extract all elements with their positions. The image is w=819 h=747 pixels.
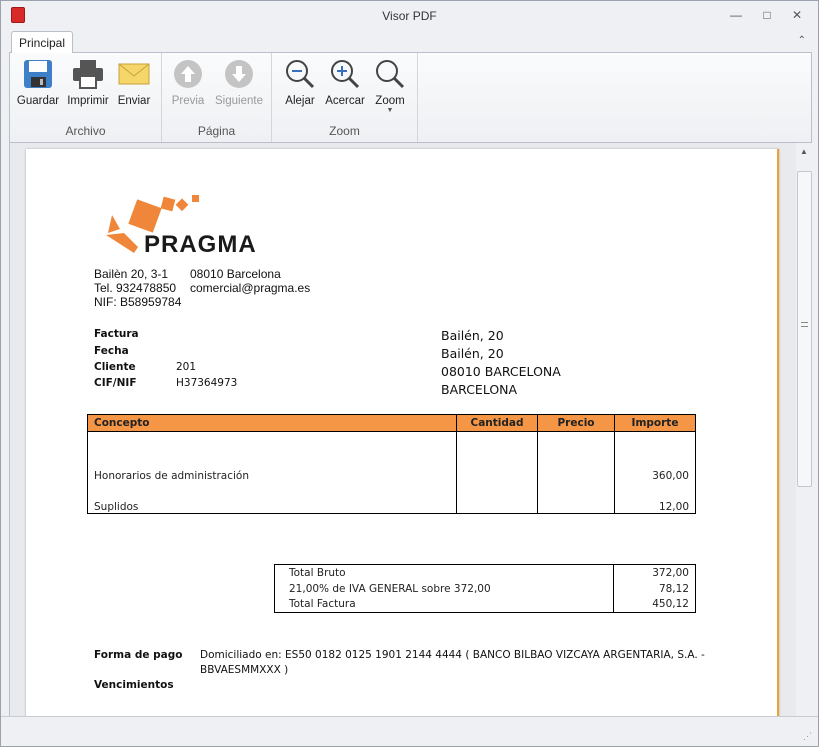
pdf-viewer-window: Visor PDF — □ ✕ Principal ⌃ Guardar Impr… [0,0,819,747]
company-address: Bailèn 20, 3-1 [94,267,169,281]
table-row: 21,00% de IVA GENERAL sobre 372,00 78,12 [275,580,696,597]
guardar-button[interactable]: Guardar [16,59,60,107]
resize-grip-icon[interactable]: ⋰ [803,731,812,742]
collapse-ribbon-icon[interactable]: ⌃ [798,35,806,46]
cliente-label: Cliente [94,361,136,373]
col-concepto: Concepto [87,414,457,432]
recipient-line: Bailén, 20 [441,328,504,343]
scroll-up-icon[interactable]: ▲ [800,147,808,156]
acercar-label: Acercar [325,95,365,107]
vertical-scrollbar[interactable]: ▲ [796,143,812,716]
tab-principal[interactable]: Principal [11,31,73,53]
siguiente-button[interactable]: Siguiente [212,59,266,107]
group-archivo: Guardar Imprimir Enviar Archivo [10,53,162,142]
payment-label: Forma de pago [94,649,183,661]
zoom-dropdown-button[interactable]: Zoom ▼ [372,59,408,114]
total-value: 450,12 [613,596,696,613]
floppy-disk-icon [24,60,52,88]
previa-label: Previa [171,95,205,107]
group-zoom: Alejar Acercar Zoom ▼ Zoom [272,53,418,142]
envelope-icon [118,63,150,85]
group-label-pagina: Página [197,124,236,138]
window-title: Visor PDF [382,9,437,23]
total-label: Total Bruto [289,566,346,579]
table-row: Total Bruto 372,00 [275,564,696,581]
col-cantidad: Cantidad [456,414,538,432]
pragma-logo: PRAGMA [106,195,257,255]
table-row: Total Factura 450,12 [275,596,696,613]
group-label-zoom: Zoom [329,124,360,138]
total-value: 78,12 [613,580,696,597]
importe-cell: 360,00 [614,431,696,482]
document-viewport[interactable]: PRAGMA Bailèn 20, 3-1 08010 Barcelona Te… [9,143,812,716]
total-label: Total Factura [289,598,356,611]
imprimir-button[interactable]: Imprimir [66,59,110,107]
group-label-archivo: Archivo [65,124,106,138]
zoom-in-icon [331,60,360,89]
total-label: 21,00% de IVA GENERAL sobre 372,00 [289,582,491,595]
company-city: 08010 Barcelona [190,267,281,281]
importe-cell: 12,00 [614,481,696,514]
enviar-button[interactable]: Enviar [114,59,154,107]
factura-label: Factura [94,328,139,340]
zoom-out-icon [286,60,315,89]
due-label: Vencimientos [94,679,174,691]
recipient-line: 08010 BARCELONA [441,364,561,379]
minimize-button[interactable]: — [728,7,744,23]
table-row: Suplidos 12,00 [87,481,696,514]
cliente-value: 201 [176,361,197,373]
company-nif: NIF: B58959784 [94,295,182,309]
imprimir-label: Imprimir [67,95,109,107]
cif-value: H37364973 [176,377,238,389]
ribbon: Guardar Imprimir Enviar Archivo Previa S… [9,52,812,143]
table-row: Honorarios de administración 360,00 [87,431,696,482]
arrow-up-circle-icon [174,60,202,88]
scroll-thumb[interactable] [797,171,812,487]
guardar-label: Guardar [16,95,60,107]
title-bar: Visor PDF — □ ✕ [1,1,818,31]
fecha-label: Fecha [94,345,129,357]
total-value: 372,00 [613,564,696,581]
previa-button[interactable]: Previa [168,59,208,107]
printer-icon [73,60,103,89]
chevron-down-icon: ▼ [386,107,394,114]
close-button[interactable]: ✕ [789,7,805,23]
arrow-down-circle-icon [225,60,253,88]
alejar-label: Alejar [285,95,315,107]
acercar-button[interactable]: Acercar [324,59,366,107]
company-phone: Tel. 932478850 [94,281,177,295]
alejar-button[interactable]: Alejar [280,59,320,107]
totals-table: Total Bruto 372,00 21,00% de IVA GENERAL … [274,564,696,613]
col-precio: Precio [537,414,615,432]
invoice-lines-table: Concepto Cantidad Precio Importe Honorar… [87,414,696,514]
col-importe: Importe [614,414,696,432]
pdf-page: PRAGMA Bailèn 20, 3-1 08010 Barcelona Te… [26,149,779,716]
zoom-label: Zoom [375,95,405,107]
payment-line-1: Domiciliado en: ES50 0182 0125 1901 2144… [200,649,705,661]
recipient-line: BARCELONA [441,382,518,397]
recipient-line: Bailén, 20 [441,346,504,361]
concepto-cell: Honorarios de administración [87,431,457,482]
siguiente-label: Siguiente [215,95,263,107]
payment-line-2: BBVAESMMXXX ) [200,664,289,676]
magnifier-icon [376,60,405,89]
svg-text:PRAGMA: PRAGMA [144,231,257,255]
status-bar: ⋰ [1,716,818,746]
cif-label: CIF/NIF [94,377,137,389]
group-pagina: Previa Siguiente Página [162,53,272,142]
enviar-label: Enviar [117,95,151,107]
company-email: comercial@pragma.es [190,281,311,295]
concepto-cell: Suplidos [87,481,457,514]
maximize-button[interactable]: □ [759,7,775,23]
